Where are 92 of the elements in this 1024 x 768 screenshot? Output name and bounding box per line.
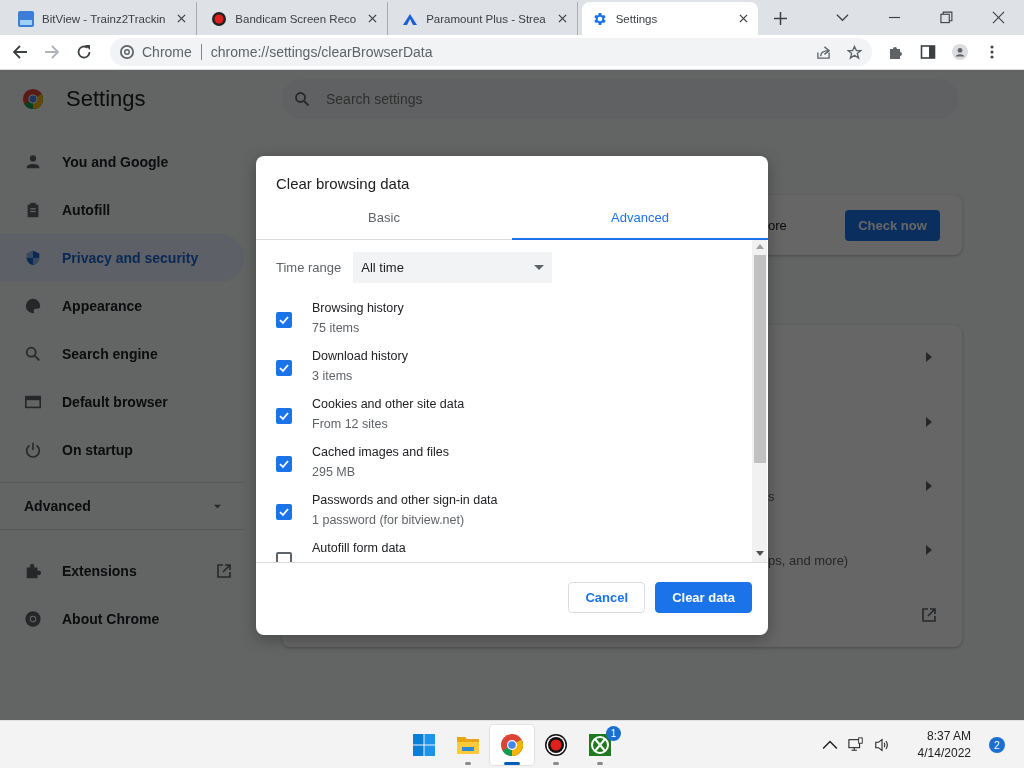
share-icon[interactable] [816,44,831,60]
date-text: 4/14/2022 [917,744,971,762]
external-link-icon [216,563,232,579]
option-detail: From 12 sites [312,416,389,433]
star-icon[interactable] [847,44,862,60]
sidebar-item[interactable]: Autofill [0,186,244,234]
tab-title: Bandicam Screen Reco [235,12,357,25]
shield-icon [24,249,42,267]
taskbar-app[interactable]: 1 [578,724,622,765]
checkbox[interactable] [276,360,292,376]
windows-logo-icon [412,732,436,757]
address-bar[interactable]: Chrome chrome://settings/clearBrowserData [110,38,872,66]
sidebar-item[interactable]: Privacy and security [0,234,244,282]
clear-data-button[interactable]: Clear data [655,581,752,613]
option-label: Download history [312,348,408,365]
reload-icon[interactable] [76,44,92,60]
row-subtext: ps, and more) [768,552,849,568]
back-icon[interactable] [12,44,28,60]
arrow-right-icon[interactable] [926,352,932,363]
sidebar-item[interactable]: On startup [0,426,244,474]
checkbox[interactable] [276,408,292,424]
time-range-dropdown[interactable]: All time [353,252,553,283]
close-icon[interactable] [368,14,378,23]
tab-title: Settings [615,12,659,25]
browser-tab[interactable]: Settings [581,2,758,35]
taskbar-app[interactable] [490,724,534,765]
row-subtext: s [768,488,775,504]
puzzle-icon[interactable] [888,44,904,60]
time-text: 8:37 AM [926,727,971,745]
person-icon [24,153,42,171]
game-logo-icon [588,732,612,757]
sidebar-link[interactable]: About Chrome [0,595,244,643]
time-range-label: Time range [276,260,342,275]
restore-icon[interactable] [940,11,953,24]
close-icon[interactable] [738,14,748,23]
tab-title: Paramount Plus - Strea [426,12,546,25]
close-icon[interactable] [992,11,1005,24]
external-link-icon[interactable] [921,606,937,623]
checkbox[interactable] [276,312,292,328]
volume-icon[interactable] [873,736,890,753]
sidebar-item[interactable]: Default browser [0,378,244,426]
search-icon [24,345,42,363]
checkbox[interactable] [276,504,292,520]
network-icon[interactable] [847,736,864,753]
profile-icon[interactable] [952,44,968,60]
url-text: chrome://settings/clearBrowserData [210,44,433,60]
option-detail: 75 items [312,320,361,337]
sidebar-item[interactable]: Appearance [0,282,244,330]
sidebar-item[interactable]: You and Google [0,138,244,186]
arrow-right-icon[interactable] [926,481,932,491]
arrow-right-icon[interactable] [926,416,932,427]
record-icon [544,732,568,757]
arrow-right-icon[interactable] [926,545,932,556]
search-icon [294,91,310,107]
power-icon [24,441,42,459]
check-now-button[interactable]: Check now [845,209,940,241]
option-label: Cookies and other site data [312,396,465,413]
sidebar-item[interactable]: Search engine [0,330,244,378]
option-label: Passwords and other sign-in data [312,492,498,509]
dialog-tab[interactable]: Basic [256,197,512,240]
option-detail: 3 items [312,368,354,385]
checkbox[interactable] [276,456,292,472]
option-label: Browsing history [312,300,404,317]
clock[interactable]: 8:37 AM 4/14/2022 [917,727,971,762]
cancel-button[interactable]: Cancel [568,581,646,613]
palette-icon [24,297,42,315]
dialog-title: Clear browsing data [275,174,411,194]
option-detail: 295 MB [312,464,357,481]
sidebar-link[interactable]: Extensions [0,547,244,595]
scroll-down-arrow-icon[interactable] [755,551,764,556]
advanced-section-toggle[interactable]: Advanced [0,482,244,530]
caret-icon [534,264,545,271]
new-tab-icon[interactable] [773,12,787,25]
scrollbar[interactable] [752,240,767,562]
record-icon [211,10,228,27]
chevron-down-icon[interactable] [836,11,849,24]
close-icon[interactable] [557,14,567,23]
site-logo-icon [18,10,34,27]
puzzle-icon [24,562,42,580]
browser-window-icon [24,393,42,411]
card-text: ore [768,217,787,233]
option-detail: 1 password (for bitview.net) [312,512,466,529]
side-panel-icon[interactable] [920,44,936,60]
notification-badge[interactable]: 2 [989,736,1005,753]
page-title: Settings [66,86,146,112]
notification-badge: 1 [606,725,621,741]
dialog-tab[interactable]: Advanced [512,197,768,240]
option-label: Autofill form data [312,540,406,557]
close-icon[interactable] [177,14,187,23]
site-label: Chrome [142,44,192,60]
option-label: Cached images and files [312,444,449,461]
tab-title: BitView - Trainz2Trackin [42,12,166,25]
